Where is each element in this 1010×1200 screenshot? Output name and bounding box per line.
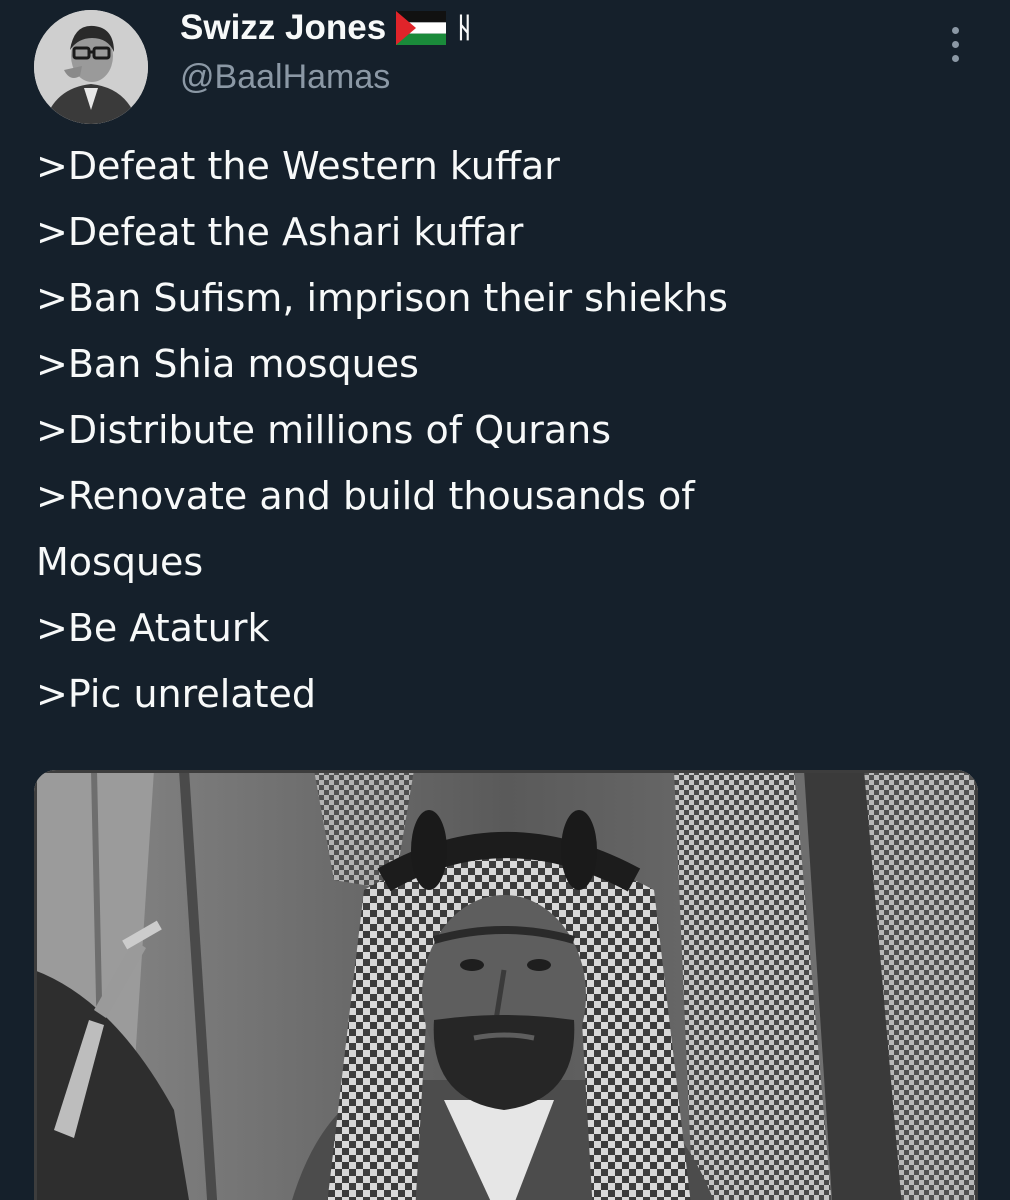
tweet-line: >Ban Shia mosques — [36, 342, 419, 386]
author-display-name-row[interactable]: Swizz Jones ᚺ — [180, 8, 473, 48]
more-vertical-icon-dot — [951, 54, 959, 62]
tweet-line: >Pic unrelated — [36, 672, 317, 716]
author-handle[interactable]: @BaalHamas — [180, 58, 390, 97]
tweet-line: >Defeat the Ashari kuffar — [36, 210, 524, 254]
avatar-image — [34, 10, 148, 124]
more-vertical-icon-dot — [951, 40, 959, 48]
tweet-media-photo[interactable] — [34, 770, 978, 1200]
tweet-line: >Defeat the Western kuffar — [36, 144, 560, 188]
avatar[interactable] — [34, 10, 148, 124]
more-options-button[interactable] — [936, 20, 974, 68]
author-display-name[interactable]: Swizz Jones — [180, 8, 386, 48]
more-vertical-icon — [951, 26, 959, 34]
tweet-text: >Defeat the Western kuffar >Defeat the A… — [36, 133, 986, 727]
tweet-line: >Ban Sufism, imprison their shiekhs — [36, 276, 728, 320]
tweet-line: Mosques — [36, 540, 204, 584]
photo-image — [34, 770, 978, 1200]
palestine-flag-icon — [396, 11, 447, 45]
tweet-line: >Distribute millions of Qurans — [36, 408, 612, 452]
rune-symbol-icon: ᚺ — [456, 12, 473, 43]
tweet-line: >Be Ataturk — [36, 606, 270, 650]
tweet-line: >Renovate and build thousands of — [36, 474, 695, 518]
